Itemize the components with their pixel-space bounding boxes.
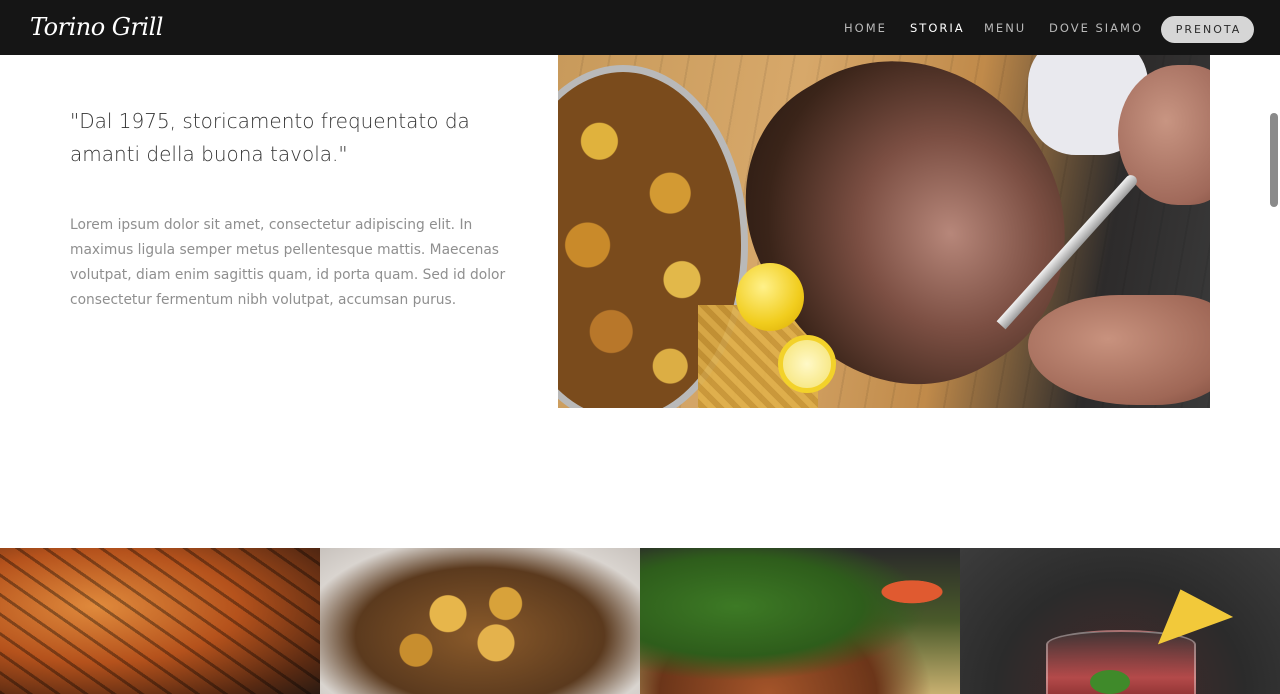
logo[interactable]: Torino Grill bbox=[30, 11, 163, 43]
navbar: Torino Grill HOME STORIA MENU DOVE SIAMO… bbox=[0, 0, 1280, 55]
nav-home[interactable]: HOME bbox=[844, 21, 887, 35]
gallery-item-potatoes[interactable] bbox=[320, 548, 640, 694]
gallery-strip bbox=[0, 548, 1280, 694]
nav-storia[interactable]: STORIA bbox=[910, 21, 965, 35]
gallery-item-grilled-chicken[interactable] bbox=[0, 548, 320, 694]
hero-image bbox=[558, 45, 1210, 408]
prenota-button[interactable]: PRENOTA bbox=[1161, 16, 1254, 43]
scrollbar-thumb[interactable] bbox=[1270, 113, 1278, 207]
nav-dove-siamo[interactable]: DOVE SIAMO bbox=[1049, 21, 1143, 35]
lemon-image bbox=[736, 263, 804, 331]
gallery-item-cocktail[interactable] bbox=[960, 548, 1280, 694]
pineapple-image bbox=[1142, 575, 1234, 645]
mint-image bbox=[1090, 670, 1130, 694]
nav-menu[interactable]: MENU bbox=[984, 21, 1026, 35]
storia-quote: "Dal 1975, storicamento frequentato da a… bbox=[70, 109, 470, 166]
gallery-item-salad[interactable] bbox=[640, 548, 960, 694]
storia-body-text: Lorem ipsum dolor sit amet, consectetur … bbox=[70, 217, 506, 308]
lemon-half-image bbox=[778, 335, 836, 393]
